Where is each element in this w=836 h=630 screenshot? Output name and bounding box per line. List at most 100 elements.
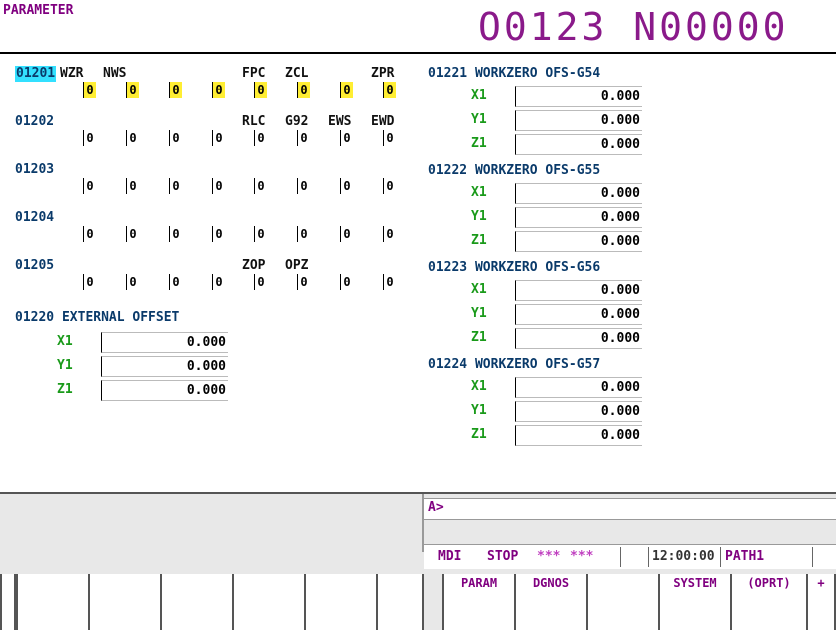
bit-value-field[interactable]: 0 (340, 82, 353, 98)
cnc-screen: PARAMETER O0123 N00000 01201 WZR NWS FPC ZCL… (0, 0, 836, 630)
bit-value-field[interactable]: 0 (383, 130, 396, 146)
bit-value-field[interactable]: 0 (340, 274, 353, 290)
bit-value-field[interactable]: 0 (212, 130, 225, 146)
bit-value-field[interactable]: 0 (340, 178, 353, 194)
offset-value: 0.000 (186, 359, 226, 374)
offset-value-field[interactable]: 0.000 (515, 231, 642, 252)
offset-value-field[interactable]: 0.000 (515, 86, 642, 107)
bit-value-field[interactable]: 0 (83, 274, 96, 290)
softkey-next-label: + (817, 576, 825, 590)
mode-status: MDI (438, 549, 462, 564)
offset-value-field[interactable]: 0.000 (101, 356, 228, 377)
key-input-line[interactable]: A> (424, 498, 836, 520)
path-indicator: PATH1 (725, 549, 765, 564)
bit-value-field[interactable]: 0 (169, 274, 182, 290)
bit-value-field[interactable]: 0 (254, 82, 267, 98)
param-number[interactable]: 01203 (15, 162, 54, 178)
softkey-blank-4[interactable] (232, 574, 306, 630)
bit-value-field[interactable]: 0 (169, 82, 182, 98)
bit-value-field[interactable]: 0 (297, 226, 310, 242)
softkey-blank-1[interactable] (16, 574, 90, 630)
bit-value-field[interactable]: 0 (126, 274, 139, 290)
bit-value-field[interactable]: 0 (126, 82, 139, 98)
axis-label: Y1 (471, 112, 487, 127)
bit-value-field[interactable]: 0 (212, 226, 225, 242)
softkey-blank-3[interactable] (160, 574, 234, 630)
bit-name: ZOP (242, 258, 266, 273)
offset-value-field[interactable]: 0.000 (515, 134, 642, 155)
offset-value: 0.000 (600, 307, 640, 322)
bit-value-field[interactable]: 0 (212, 82, 225, 98)
offset-value: 0.000 (600, 283, 640, 298)
softkey-dgnos-label: DGNOS (532, 576, 570, 590)
offset-value-field[interactable]: 0.000 (515, 377, 642, 398)
offset-value-field[interactable]: 0.000 (101, 332, 228, 353)
bit-value-field[interactable]: 0 (340, 130, 353, 146)
param-number[interactable]: 01201 (15, 66, 57, 82)
bit-value-field[interactable]: 0 (212, 274, 225, 290)
param-number[interactable]: 01205 (15, 258, 54, 274)
bit-value-field[interactable]: 0 (83, 226, 96, 242)
axis-label: Z1 (471, 233, 487, 248)
param-number[interactable]: 01202 (15, 114, 54, 130)
softkey-dgnos[interactable]: DGNOS (514, 574, 588, 630)
bit-value-field[interactable]: 0 (83, 130, 96, 146)
offset-value: 0.000 (600, 404, 640, 419)
bit-value-field[interactable]: 0 (254, 274, 267, 290)
softkey-system[interactable]: SYSTEM (658, 574, 732, 630)
bit-value-field[interactable]: 0 (254, 130, 267, 146)
offset-value-field[interactable]: 0.000 (515, 183, 642, 204)
bit-value-field[interactable]: 0 (383, 178, 396, 194)
softkey-next[interactable]: + (806, 574, 836, 630)
bit-value-field[interactable]: 0 (126, 130, 139, 146)
bit-value-field[interactable]: 0 (126, 226, 139, 242)
bit-value-field[interactable]: 0 (297, 178, 310, 194)
bit-value-field[interactable]: 0 (297, 82, 310, 98)
bit-value-field[interactable]: 0 (212, 178, 225, 194)
softkey-blank-2[interactable] (88, 574, 162, 630)
bit-value-field[interactable]: 0 (383, 82, 396, 98)
softkey-return[interactable] (0, 574, 16, 630)
bit-name: NWS (103, 66, 127, 81)
axis-label: Y1 (471, 209, 487, 224)
softkey-blank-6[interactable] (376, 574, 424, 630)
offset-value-field[interactable]: 0.000 (515, 304, 642, 325)
offset-value: 0.000 (600, 234, 640, 249)
bit-value-field[interactable]: 0 (169, 178, 182, 194)
offset-value: 0.000 (600, 331, 640, 346)
bit-value-field[interactable]: 0 (254, 178, 267, 194)
bit-value-field[interactable]: 0 (83, 178, 96, 194)
offset-value-field[interactable]: 0.000 (515, 110, 642, 131)
bit-value-field[interactable]: 0 (297, 130, 310, 146)
section-title: 01221 WORKZERO OFS-G54 (428, 66, 601, 81)
axis-label: Z1 (471, 427, 487, 442)
bit-value-field[interactable]: 0 (169, 226, 182, 242)
offset-value-field[interactable]: 0.000 (515, 425, 642, 446)
bit-name: EWD (371, 114, 395, 129)
softkey-operation[interactable]: (OPRT) (730, 574, 808, 630)
bit-value-field[interactable]: 0 (83, 82, 96, 98)
parameter-panel: 01201 WZR NWS FPC ZCL ZPR 0 0 0 0 0 0 0 0 01202 RLC G92 E… (0, 54, 836, 494)
bit-name: ZCL (285, 66, 309, 81)
softkey-blank-5[interactable] (304, 574, 378, 630)
softkey-blank-7[interactable] (586, 574, 660, 630)
offset-value: 0.000 (600, 113, 640, 128)
bit-value-field[interactable]: 0 (340, 226, 353, 242)
bit-value-field[interactable]: 0 (126, 178, 139, 194)
offset-value-field[interactable]: 0.000 (515, 401, 642, 422)
offset-value-field[interactable]: 0.000 (515, 207, 642, 228)
bit-value-field[interactable]: 0 (169, 130, 182, 146)
offset-value-field[interactable]: 0.000 (515, 280, 642, 301)
program-number: O0123 N00000 (478, 5, 789, 49)
softkey-param[interactable]: PARAM (442, 574, 516, 630)
offset-value-field[interactable]: 0.000 (101, 380, 228, 401)
axis-label: X1 (471, 185, 487, 200)
bit-value-field[interactable]: 0 (383, 274, 396, 290)
bit-value-field[interactable]: 0 (254, 226, 267, 242)
offset-value-field[interactable]: 0.000 (515, 328, 642, 349)
lower-panel: A> MDI STOP *** *** 12:00:00 PATH1 PARAM… (0, 494, 836, 630)
bit-value-field[interactable]: 0 (297, 274, 310, 290)
param-number[interactable]: 01204 (15, 210, 54, 226)
bit-value-field[interactable]: 0 (383, 226, 396, 242)
input-prompt: A> (428, 500, 444, 515)
